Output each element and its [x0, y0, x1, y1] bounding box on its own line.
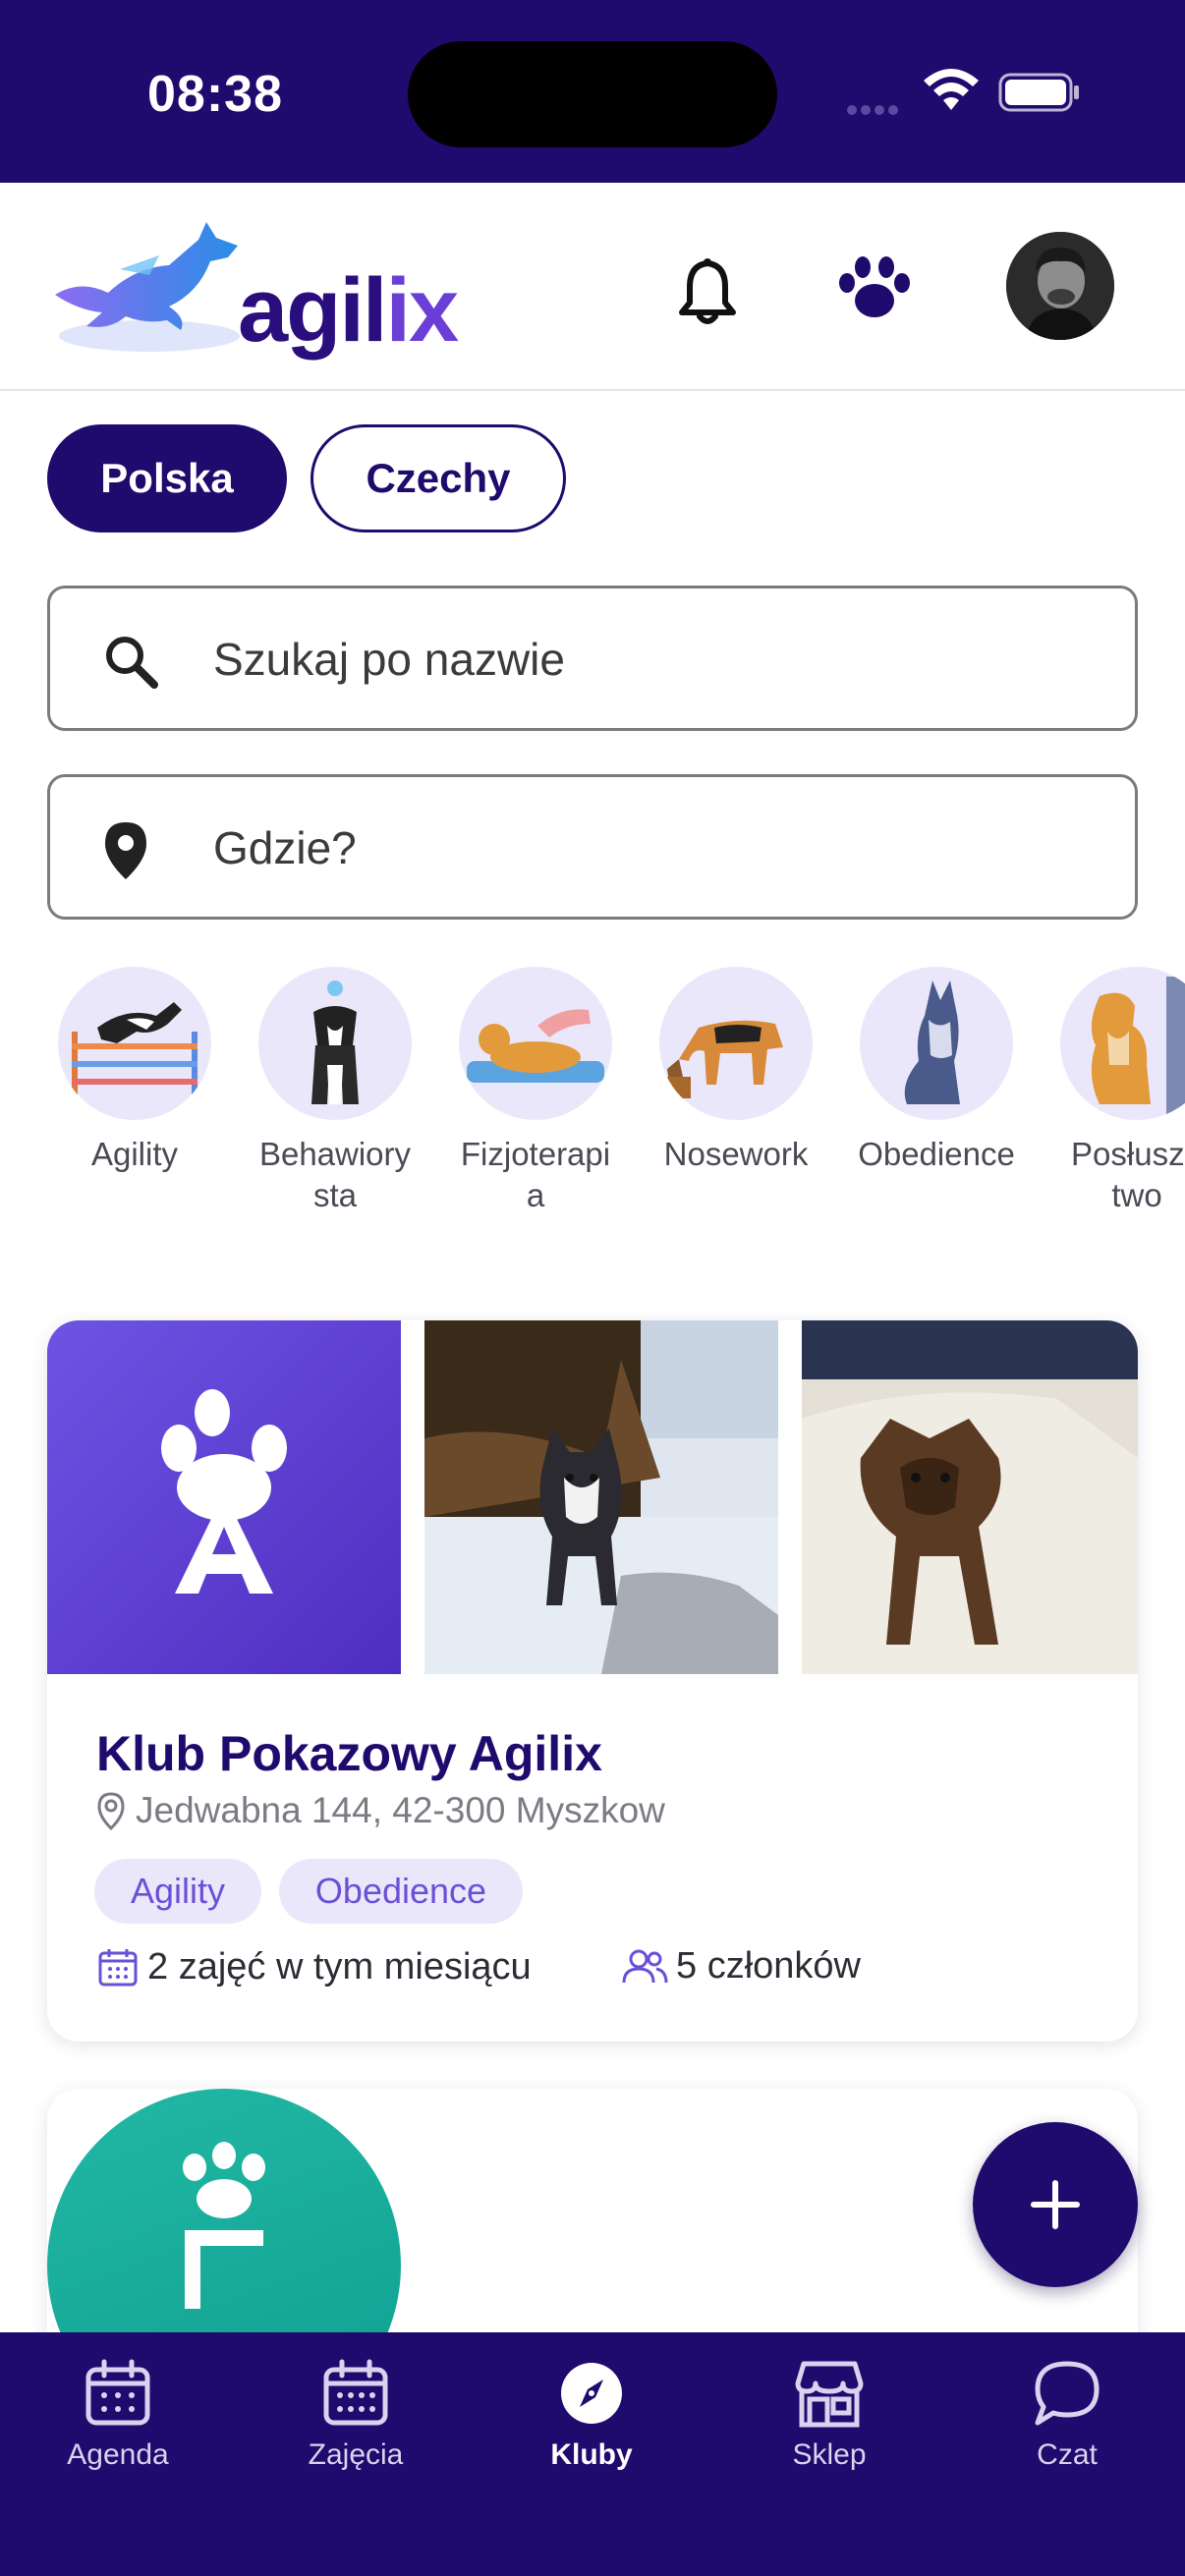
physiotherapy-dog-icon	[459, 967, 612, 1120]
category-carousel[interactable]: Agility Behawiory sta Fizjoterapi a Nose…	[0, 967, 1185, 1222]
category-nosework[interactable]: Nosework	[643, 967, 829, 1175]
calendar-grid-icon	[323, 2359, 388, 2426]
training-dog-icon	[1060, 967, 1185, 1120]
category-agility[interactable]: Agility	[41, 967, 228, 1175]
tab-clubs[interactable]: Kluby	[483, 2354, 700, 2472]
tab-chat[interactable]: Czat	[959, 2354, 1175, 2472]
location-input[interactable]	[213, 807, 1098, 889]
members-icon	[622, 1949, 668, 1983]
search-name-field[interactable]	[47, 586, 1138, 731]
category-label: Fizjoterapi a	[460, 1136, 611, 1213]
store-icon	[795, 2361, 864, 2428]
dog-logo-icon	[55, 222, 240, 352]
club-address-text: Jedwabna 144, 42-300 Myszkow	[136, 1790, 665, 1830]
club-photo-puppy	[802, 1320, 1138, 1674]
category-obedience[interactable]: Obedience	[843, 967, 1030, 1175]
location-pin-outline-icon	[97, 1792, 125, 1830]
bell-icon[interactable]	[676, 257, 739, 326]
tab-shop[interactable]: Sklep	[721, 2354, 937, 2472]
category-label: Behawiory sta	[258, 1136, 412, 1213]
behaviorist-dog-icon	[258, 967, 412, 1120]
club-tag-obedience: Obedience	[279, 1859, 523, 1924]
plus-icon	[1031, 2180, 1080, 2229]
location-field[interactable]	[47, 774, 1138, 920]
dynamic-island	[408, 41, 777, 147]
tab-classes[interactable]: Zajęcia	[248, 2354, 464, 2472]
calendar-small-icon	[98, 1949, 138, 1987]
calendar-icon	[85, 2359, 150, 2426]
nosework-dog-icon	[659, 967, 813, 1120]
logo-wordmark: agilix	[238, 260, 459, 361]
cellular-signal-icon	[847, 102, 902, 120]
tab-label: Agenda	[67, 2438, 169, 2471]
country-chip-czechia[interactable]: Czechy	[310, 424, 566, 532]
tab-label: Kluby	[550, 2438, 633, 2471]
club-name[interactable]: Klub Pokazowy Agilix	[96, 1725, 602, 1782]
tab-agenda[interactable]: Agenda	[10, 2354, 226, 2472]
club-photo-husky	[424, 1320, 778, 1674]
wifi-icon	[924, 69, 979, 110]
add-club-button[interactable]	[973, 2122, 1138, 2287]
status-time: 08:38	[147, 66, 283, 123]
avatar[interactable]	[1006, 232, 1114, 340]
app-header: agilix	[0, 183, 1185, 391]
club-tag-agility: Agility	[94, 1859, 261, 1924]
agility-dog-icon	[58, 967, 211, 1120]
category-behaviorist[interactable]: Behawiory sta	[242, 967, 428, 1216]
club-address: Jedwabna 144, 42-300 Myszkow	[96, 1790, 665, 1831]
category-label: Posłusze two	[1071, 1136, 1185, 1213]
category-label: Agility	[90, 1136, 179, 1172]
obedience-dog-icon	[860, 967, 1013, 1120]
search-icon	[106, 637, 158, 689]
category-physiotherapy[interactable]: Fizjoterapi a	[442, 967, 629, 1216]
category-label: Nosework	[663, 1136, 809, 1172]
bottom-tab-bar: Agenda Zajęcia Kluby Sklep Czat	[0, 2332, 1185, 2576]
search-input[interactable]	[213, 618, 1098, 700]
tab-label: Zajęcia	[308, 2438, 404, 2471]
club-members-stat: 5 członków	[621, 1945, 861, 1988]
category-label: Obedience	[858, 1136, 1015, 1172]
battery-icon	[998, 73, 1079, 112]
club-members-text: 5 członków	[676, 1945, 861, 1987]
tab-label: Czat	[1037, 2438, 1098, 2471]
status-bar: 08:38	[0, 0, 1185, 183]
club-sessions-text: 2 zajęć w tym miesiącu	[147, 1945, 532, 1988]
club-sessions-stat: 2 zajęć w tym miesiącu	[96, 1945, 532, 1988]
chat-bubble-icon	[1035, 2361, 1100, 2426]
country-chip-poland[interactable]: Polska	[47, 424, 287, 532]
club-card[interactable]: Klub Pokazowy Agilix Jedwabna 144, 42-30…	[47, 1320, 1138, 2042]
club-logo	[47, 1320, 401, 1674]
clubs-screen: 08:38 agilix Polska Czechy Szukaj po naz…	[0, 0, 1185, 2576]
category-obedience-training[interactable]: Posłusze two	[1044, 967, 1185, 1216]
tab-label: Sklep	[792, 2438, 867, 2471]
location-pin-icon	[105, 822, 146, 879]
paw-icon[interactable]	[837, 255, 912, 322]
compass-icon	[561, 2363, 622, 2424]
